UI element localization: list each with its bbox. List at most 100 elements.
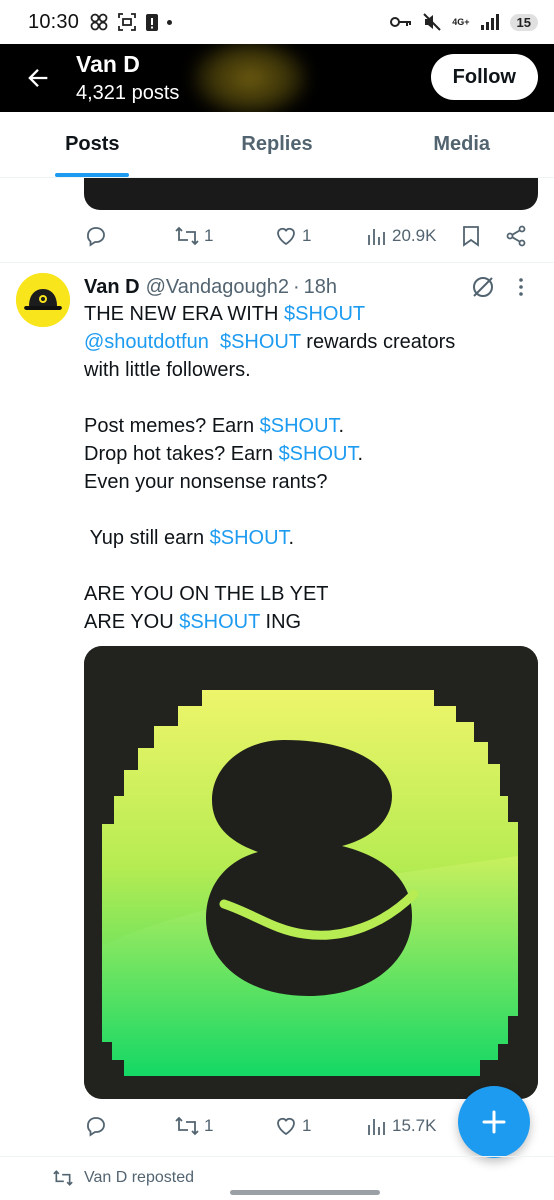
tweet-text-line [84, 384, 524, 412]
screenshot-icon [118, 13, 136, 31]
views-chart-icon [368, 229, 385, 245]
tweet-text-line [84, 552, 524, 580]
back-button[interactable] [0, 44, 76, 112]
tweet-text-segment: ARE YOU [84, 611, 180, 633]
tweet-text-segment: Drop hot takes? Earn [84, 443, 279, 465]
tweet-divider [0, 1156, 554, 1157]
profile-header: Van D 4,321 posts Follow [0, 44, 554, 112]
tab-posts-label: Posts [65, 133, 120, 155]
reply-icon [87, 1117, 105, 1137]
tweet-header: Van D @Vandagough2 · 18h [84, 273, 337, 301]
like-count: 1 [302, 1116, 312, 1135]
tweet-author-handle[interactable]: @Vandagough2 [146, 276, 289, 299]
signal-icon [480, 14, 499, 30]
tab-media-label: Media [433, 133, 491, 155]
tweet-text-segment: rewards creators [300, 331, 456, 353]
posts-count: 4,321 posts [76, 82, 180, 104]
tweet-text-line: THE NEW ERA WITH $SHOUT [84, 300, 524, 328]
notification-badge: 15 [509, 13, 538, 31]
cashtag-link[interactable]: $SHOUT [279, 443, 358, 465]
reply-button[interactable] [84, 1114, 174, 1138]
tweet-text-line: ARE YOU $SHOUT ING [84, 608, 524, 636]
views-button[interactable]: 20.9K [366, 225, 460, 247]
tab-posts[interactable]: Posts [0, 112, 185, 177]
network-type: 4G+ [452, 16, 470, 27]
heart-icon [277, 1117, 295, 1136]
cashtag-link[interactable]: $SHOUT [210, 527, 289, 549]
cashtag-link[interactable]: $SHOUT [179, 611, 260, 633]
home-indicator[interactable] [230, 1190, 380, 1195]
share-button[interactable] [504, 224, 528, 248]
heart-icon [277, 227, 295, 246]
tweet-separator: · [292, 275, 300, 298]
grok-icon[interactable] [470, 274, 496, 300]
repost-icon [175, 226, 199, 246]
like-button[interactable]: 1 [274, 224, 366, 248]
reply-button[interactable] [84, 224, 174, 248]
tweet-text-segment: Yup still earn [84, 527, 210, 549]
tweet-text-segment: . [338, 415, 345, 437]
bookmark-icon [463, 226, 479, 247]
tweet-text-segment: ING [259, 611, 302, 633]
tweet-divider [0, 262, 554, 263]
follow-button[interactable]: Follow [430, 54, 538, 100]
like-button[interactable]: 1 [274, 1114, 366, 1138]
repost-indicator-label: Van D reposted [84, 1169, 194, 1186]
shout-logo-image [84, 646, 538, 1099]
repost-icon [53, 1170, 73, 1186]
tweet-text-line: @shoutdotfun $SHOUT rewards creators [84, 328, 524, 356]
cashtag-link[interactable]: $SHOUT [220, 331, 301, 353]
views-count: 20.9K [392, 226, 437, 245]
status-bar: 10:30 4G+ 15 [0, 0, 554, 44]
profile-name: Van D [76, 51, 140, 77]
header-banner-blur [190, 44, 310, 112]
views-button[interactable]: 15.7K [366, 1115, 460, 1137]
profile-tabs: Posts Replies Media [0, 112, 554, 178]
repost-indicator: Van D reposted [52, 1168, 194, 1188]
tweet-author-name[interactable]: Van D [84, 276, 140, 299]
tweet-text-segment [209, 331, 220, 353]
views-chart-icon [368, 1119, 385, 1135]
bookmark-button[interactable] [460, 224, 504, 248]
tweet-text-line: Drop hot takes? Earn $SHOUT. [84, 440, 524, 468]
status-left-icons [89, 12, 173, 32]
tab-replies[interactable]: Replies [185, 112, 370, 177]
repost-icon [175, 1116, 199, 1136]
tweet-timestamp[interactable]: 18h [304, 276, 337, 299]
tweet-text-line: Post memes? Earn $SHOUT. [84, 412, 524, 440]
tab-media[interactable]: Media [369, 112, 554, 177]
mention-link[interactable]: @shoutdotfun [84, 331, 209, 353]
status-time: 10:30 [28, 10, 80, 33]
repost-button[interactable]: 1 [174, 224, 274, 248]
alert-battery-icon [146, 14, 159, 31]
tweet-text-segment: ARE YOU ON THE LB YET [84, 583, 329, 605]
tweet-text-segment: THE NEW ERA WITH [84, 303, 284, 325]
pinwheel-icon [90, 13, 108, 31]
arrow-left-icon [28, 69, 48, 87]
key-icon [390, 17, 412, 27]
tweet-text-segment: . [357, 443, 364, 465]
compose-post-button[interactable] [458, 1086, 530, 1158]
repost-count: 1 [204, 226, 214, 245]
tweet-media-image[interactable] [84, 646, 538, 1099]
status-right-icons: 4G+ 15 [390, 12, 538, 32]
avatar[interactable] [16, 273, 70, 327]
tweet-text-line: Even your nonsense rants? [84, 468, 524, 496]
previous-tweet-media[interactable] [84, 178, 538, 210]
repost-button[interactable]: 1 [174, 1114, 274, 1138]
repost-count: 1 [204, 1116, 214, 1135]
reply-icon [87, 227, 105, 247]
mute-icon [423, 13, 441, 31]
tweet-text-segment: . [288, 527, 295, 549]
previous-tweet-actions: 1 1 20.9K [84, 218, 544, 254]
cashtag-link[interactable]: $SHOUT [284, 303, 365, 325]
header-titles: Van D 4,321 posts [76, 50, 179, 106]
tweet-text-segment: with little followers. [84, 359, 251, 381]
status-dot [167, 19, 173, 25]
share-icon [506, 225, 526, 247]
active-tab-indicator [55, 173, 130, 177]
tweet-text-segment: Even your nonsense rants? [84, 471, 328, 493]
more-options-icon[interactable] [516, 276, 526, 298]
cashtag-link[interactable]: $SHOUT [260, 415, 339, 437]
tweet-text-line: with little followers. [84, 356, 524, 384]
